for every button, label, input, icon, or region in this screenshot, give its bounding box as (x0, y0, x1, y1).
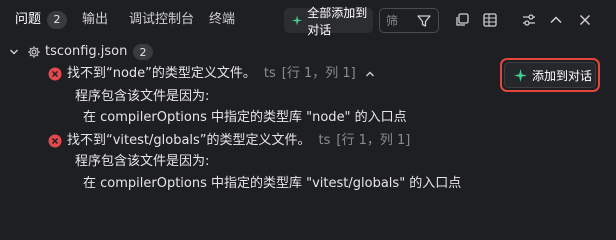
gear-icon (28, 46, 40, 58)
tab-terminal[interactable]: 终端 (209, 11, 235, 29)
tab-problems-label: 问题 (15, 12, 42, 27)
problem-source: ts (318, 133, 331, 148)
filter-input[interactable]: 筛 (379, 8, 439, 33)
tab-debug-console[interactable]: 调试控制台 (129, 11, 194, 29)
add-to-chat-button[interactable]: 添加到对话 (504, 62, 596, 88)
problems-panel: 问题 2 输出 调试控制台 终端 全部添加到对话 筛 tsconfig.json… (0, 0, 616, 229)
add-to-chat-label: 添加到对话 (532, 68, 593, 83)
problem-source: ts (263, 66, 276, 81)
problem-detail-line: 在 compilerOptions 中指定的类型库 "node" 的入口点 (83, 110, 407, 125)
add-all-label: 全部添加到对话 (307, 5, 368, 37)
panel-tabbar: 问题 2 输出 调试控制台 终端 全部添加到对话 筛 (0, 0, 616, 40)
problem-location: [行 1，列 1] (281, 66, 356, 81)
problem-message-row: 找不到“node”的类型定义文件。 ts [行 1，列 1] (67, 64, 376, 84)
add-all-to-chat-button[interactable]: 全部添加到对话 (284, 6, 373, 37)
problems-count-badge: 2 (47, 11, 68, 29)
sparkle-icon (514, 68, 527, 82)
chevron-down-icon[interactable] (8, 46, 20, 58)
tab-problems[interactable]: 问题 2 (15, 11, 68, 29)
problem-detail-heading: 程序包含该文件是因为: (75, 154, 210, 169)
collapse-all-icon[interactable] (482, 12, 498, 28)
chevron-up-icon[interactable] (548, 12, 564, 28)
file-problem-count: 2 (133, 44, 153, 60)
file-name: tsconfig.json (45, 44, 128, 59)
problem-detail-heading: 程序包含该文件是因为: (75, 89, 210, 104)
tab-debug-console-label: 调试控制台 (129, 12, 195, 27)
chevron-up-icon[interactable] (364, 68, 376, 80)
tab-output[interactable]: 输出 (82, 11, 108, 29)
settings-sliders-icon[interactable] (521, 12, 537, 28)
tab-terminal-label: 终端 (209, 12, 236, 27)
sparkle-icon (292, 15, 303, 26)
problem-message: 找不到“node”的类型定义文件。 (67, 66, 256, 81)
close-icon[interactable] (577, 12, 593, 28)
problem-message-row: 找不到“vitest/globals”的类型定义文件。 ts [行 1，列 1] (67, 131, 410, 151)
error-icon (48, 67, 62, 81)
error-icon (48, 134, 62, 148)
tab-output-label: 输出 (82, 12, 109, 27)
copy-icon[interactable] (454, 12, 470, 28)
problem-message: 找不到“vitest/globals”的类型定义文件。 (67, 133, 311, 148)
filter-placeholder: 筛 (386, 14, 399, 28)
problem-detail-line: 在 compilerOptions 中指定的类型库 "vitest/global… (83, 176, 462, 191)
filter-icon[interactable] (416, 13, 432, 29)
problem-location: [行 1，列 1] (336, 133, 411, 148)
